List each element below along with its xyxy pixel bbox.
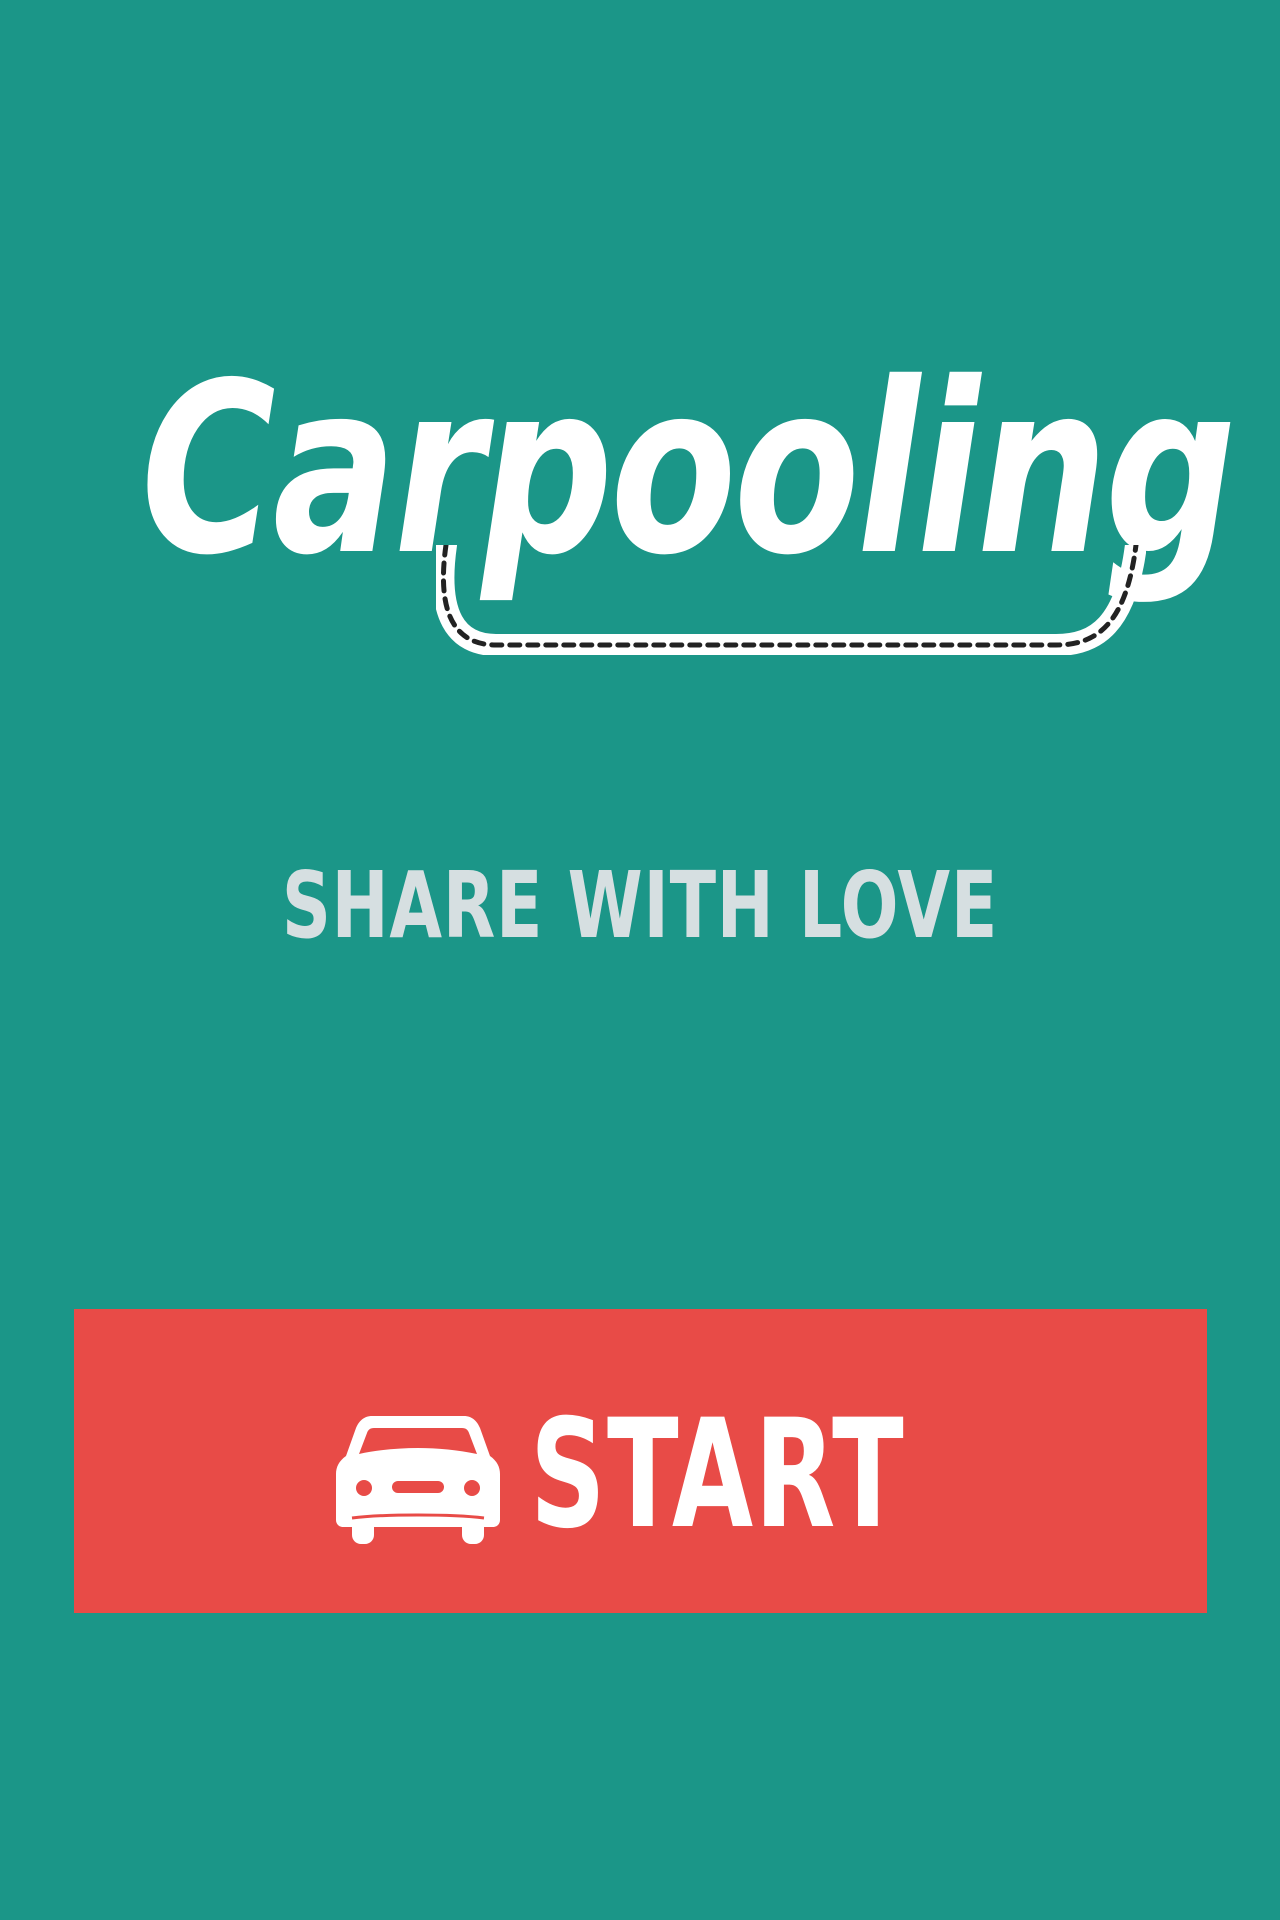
road-underline-icon (436, 545, 1146, 655)
start-button-label[interactable]: START (530, 1390, 905, 1560)
car-icon (336, 1416, 500, 1544)
tagline: SHARE WITH LOVE (281, 852, 999, 959)
splash-screen: Carpooling SHARE WITH LOVE START (0, 0, 1280, 1920)
app-logo: Carpooling (0, 300, 1280, 660)
